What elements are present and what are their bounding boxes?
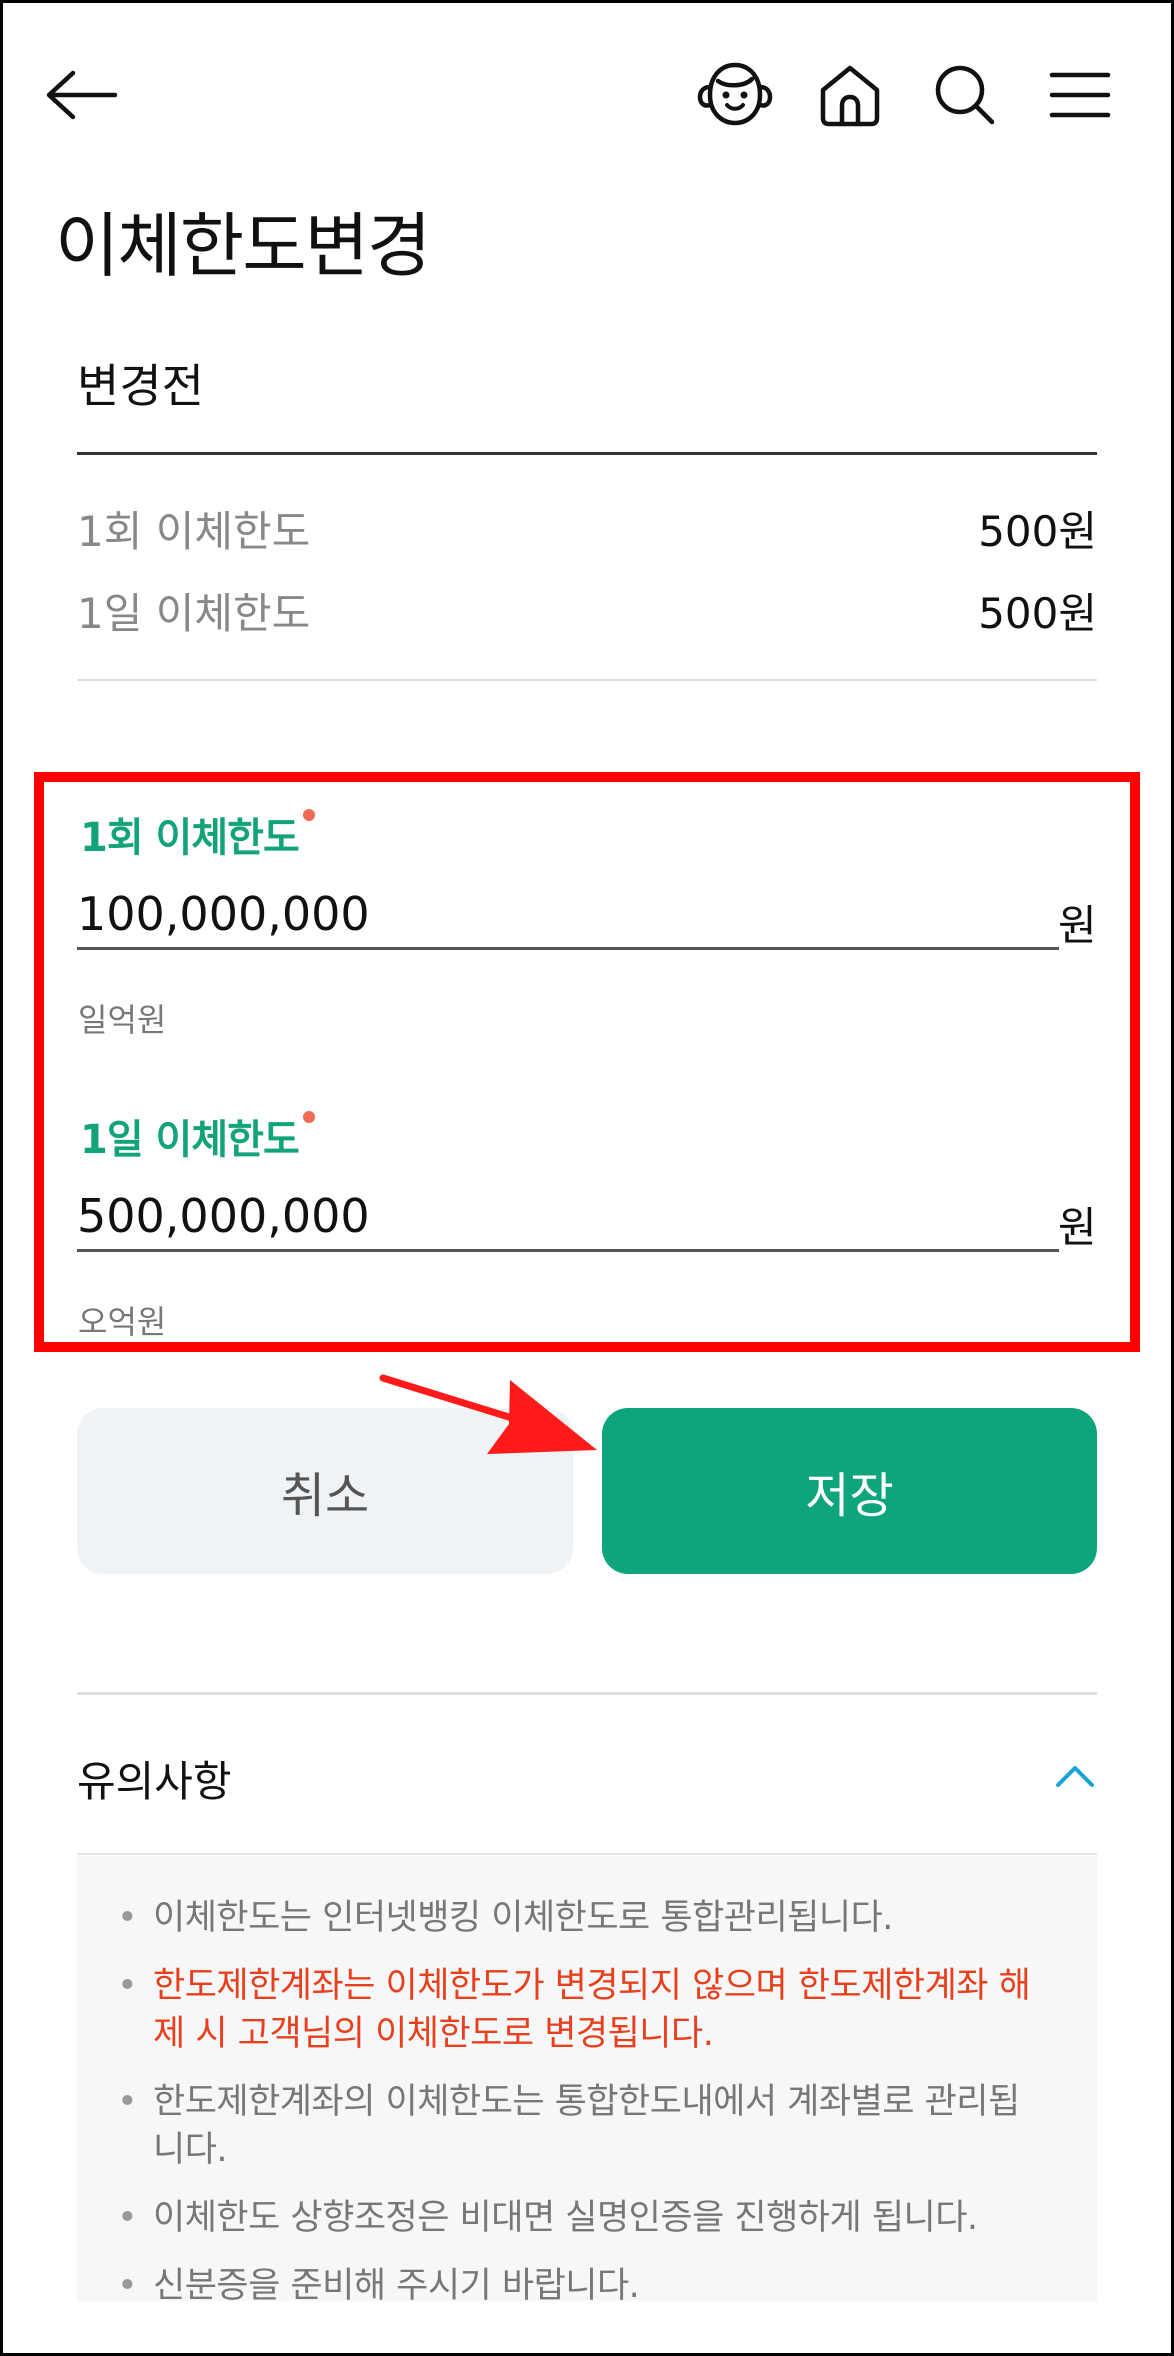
required-dot-icon — [302, 1111, 315, 1123]
notice-list: 이체한도는 인터넷뱅킹 이체한도로 통합관리됩니다. 한도제한계좌는 이체한도가… — [77, 1894, 1097, 2330]
menu-button[interactable] — [1035, 55, 1125, 135]
before-row-label: 1일 이체한도 — [77, 589, 311, 638]
home-button[interactable] — [805, 55, 895, 135]
notice-item: 신분증을 준비해 주시기 바랍니다. — [77, 2262, 1097, 2310]
notice-item: 이체한도는 인터넷뱅킹 이체한도로 통합관리됩니다. — [77, 1894, 1097, 1942]
search-button[interactable] — [920, 55, 1010, 135]
per-day-limit-unit: 원 — [1058, 1203, 1097, 1252]
per-day-limit-input[interactable] — [77, 1182, 1059, 1252]
before-row-per-transfer: 1회 이체한도 500원 — [77, 498, 1097, 559]
per-transfer-limit-unit: 원 — [1058, 901, 1097, 950]
pointer-arrow-icon — [379, 1374, 597, 1454]
before-row-value: 500원 — [978, 589, 1097, 638]
before-row-label: 1회 이체한도 — [77, 507, 311, 556]
notice-divider — [77, 1853, 1097, 1855]
notice-toggle-button[interactable] — [1050, 1755, 1100, 1795]
save-button[interactable]: 저장 — [602, 1408, 1097, 1574]
notice-item-warning: 한도제한계좌는 이체한도가 변경되지 않으며 한도제한계좌 해제 시 고객님의 … — [77, 1962, 1097, 2058]
before-row-value: 500원 — [978, 507, 1097, 556]
required-dot-icon — [302, 809, 315, 821]
before-divider — [77, 452, 1097, 455]
back-arrow-icon — [46, 70, 118, 120]
per-day-limit-label: 1일 이체한도 — [80, 1107, 315, 1165]
notice-item: 이체한도 상향조정은 비대면 실명인증을 진행하게 됩니다. — [77, 2194, 1097, 2242]
before-bottom-divider — [77, 679, 1097, 681]
app-header — [0, 0, 1174, 190]
notice-top-divider — [77, 1692, 1097, 1695]
chatbot-icon — [697, 62, 773, 126]
search-icon — [935, 65, 995, 125]
per-transfer-limit-label: 1회 이체한도 — [80, 805, 315, 863]
per-transfer-limit-input[interactable] — [77, 880, 1059, 950]
notice-box: 이체한도는 인터넷뱅킹 이체한도로 통합관리됩니다. 한도제한계좌는 이체한도가… — [77, 1856, 1097, 2310]
per-day-limit-label-text: 1일 이체한도 — [80, 1117, 300, 1163]
page-title: 이체한도변경 — [55, 205, 431, 287]
per-transfer-limit-label-text: 1회 이체한도 — [80, 815, 300, 861]
menu-icon — [1049, 72, 1111, 118]
per-day-limit-hint: 오억원 — [78, 1303, 167, 1341]
chatbot-button[interactable] — [690, 55, 780, 135]
notice-title: 유의사항 — [77, 1757, 232, 1806]
per-transfer-limit-hint: 일억원 — [78, 1001, 167, 1039]
before-row-per-day: 1일 이체한도 500원 — [77, 580, 1097, 641]
home-icon — [820, 65, 880, 127]
back-button[interactable] — [36, 55, 126, 135]
notice-item: 한도제한계좌의 이체한도는 통합한도내에서 계좌별로 관리됩니다. — [77, 2078, 1097, 2174]
chevron-up-icon — [1056, 1766, 1094, 1787]
before-section-label: 변경전 — [77, 359, 204, 413]
